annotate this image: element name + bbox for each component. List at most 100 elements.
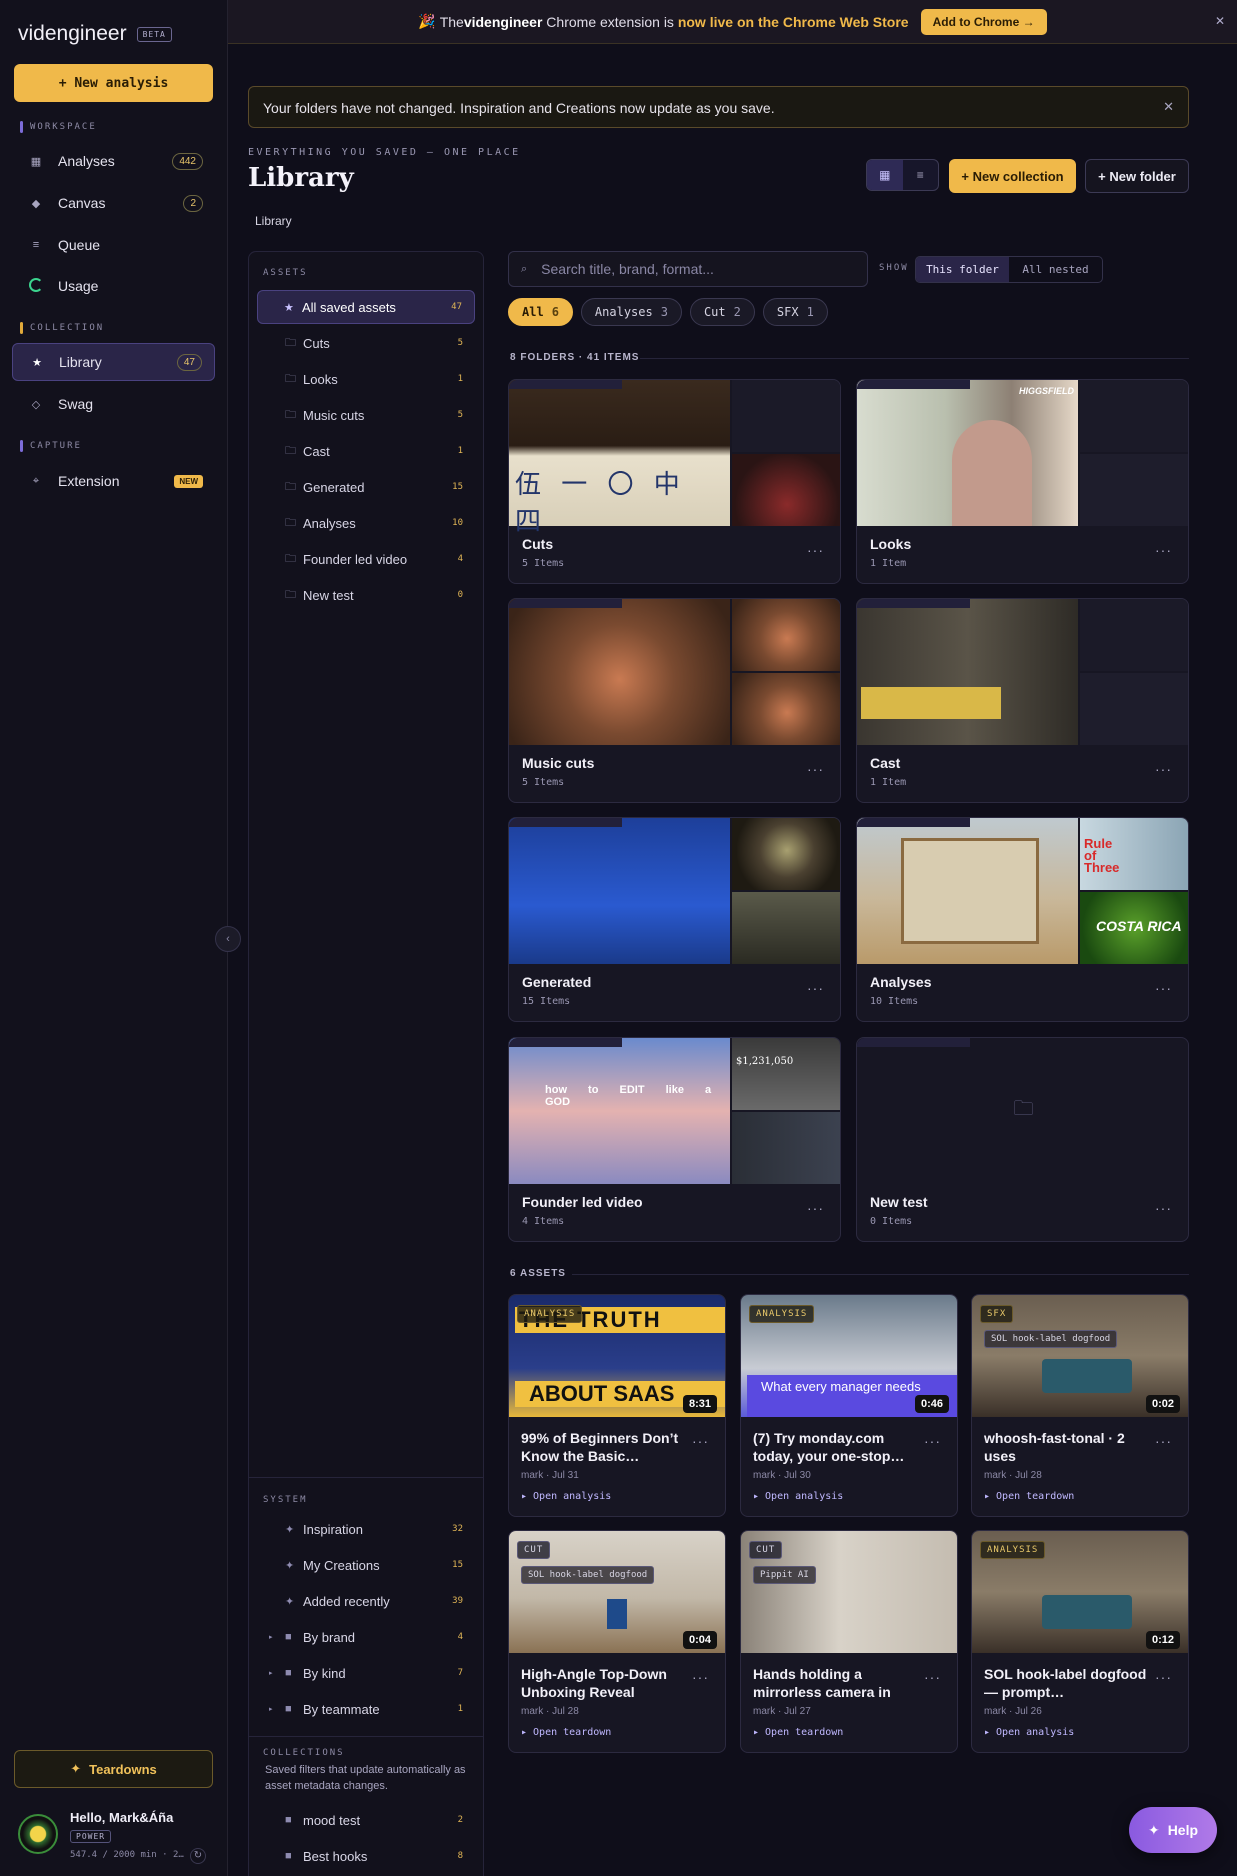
tree-item-all-saved[interactable]: ★ All saved assets 47 — [257, 290, 475, 324]
tree-item-cast[interactable]: 🗀 Cast 1 — [257, 434, 475, 468]
more-icon[interactable]: ··· — [1155, 1433, 1172, 1449]
tree-item-mood-test[interactable]: ■ mood test 2 — [257, 1803, 475, 1837]
asset-card[interactable]: ANALYSIS 8:31 99% of Beginners Don’t Kno… — [508, 1294, 726, 1517]
chip-count: 3 — [660, 305, 668, 319]
brand[interactable]: videngineer BETA — [18, 22, 172, 46]
tree-item-best-hooks[interactable]: ■ Best hooks 8 — [257, 1839, 475, 1873]
chevron-left-icon: ‹ — [226, 933, 230, 945]
tree-item-inspiration[interactable]: ✦ Inspiration 32 — [257, 1512, 475, 1546]
grid-view-icon[interactable]: ▦ — [867, 160, 903, 190]
open-teardown-link[interactable]: ▸ Open teardown — [521, 1727, 611, 1738]
tree-item-added-recently[interactable]: ✦ Added recently 39 — [257, 1584, 475, 1618]
greeting: Hello, Mark&Áña — [70, 1810, 174, 1825]
chip-all[interactable]: All 6 — [508, 298, 573, 326]
chip-cut[interactable]: Cut 2 — [689, 298, 755, 326]
more-icon[interactable]: ··· — [1155, 980, 1172, 996]
tree-item-by-teammate[interactable]: ▸ ■ By teammate 1 — [257, 1692, 475, 1726]
collapse-sidebar-button[interactable]: ‹ — [215, 926, 241, 952]
add-to-chrome-button[interactable]: Add to Chrome → — [920, 8, 1047, 35]
app-logo[interactable]: videngineer — [18, 22, 127, 46]
open-analysis-link[interactable]: ▸ Open analysis — [984, 1727, 1074, 1738]
tree-item-music-cuts[interactable]: 🗀 Music cuts 5 — [257, 398, 475, 432]
search-icon: ⌕ — [521, 262, 528, 275]
folder-card-music-cuts[interactable]: Music cuts 5 Items ··· — [508, 598, 841, 803]
sidebar-item-canvas[interactable]: ◆ Canvas 2 — [12, 184, 215, 222]
open-analysis-link[interactable]: ▸ Open analysis — [753, 1491, 843, 1502]
folder-card-new-test[interactable]: 🗀 New test 0 Items ··· — [856, 1037, 1189, 1242]
tree-item-founder-led-video[interactable]: 🗀 Founder led video 4 — [257, 542, 475, 576]
sidebar-item-extension[interactable]: ⌖ Extension NEW — [12, 462, 215, 500]
profile[interactable]: Hello, Mark&Áña POWER 547.4 / 2000 min ·… — [18, 1808, 218, 1868]
help-button[interactable]: ✦ Help — [1129, 1807, 1217, 1853]
more-icon[interactable]: ··· — [807, 761, 824, 777]
sidebar-item-queue[interactable]: ≡ Queue — [12, 226, 215, 264]
folder-card-founder-led-video[interactable]: Founder led video 4 Items ··· — [508, 1037, 841, 1242]
open-teardown-link[interactable]: ▸ Open teardown — [753, 1727, 843, 1738]
more-icon[interactable]: ··· — [1155, 1669, 1172, 1685]
tree-item-new-test[interactable]: 🗀 New test 0 — [257, 578, 475, 612]
tree-item-by-brand[interactable]: ▸ ■ By brand 4 — [257, 1620, 475, 1654]
ring-icon — [26, 277, 46, 295]
close-icon[interactable]: ✕ — [1163, 99, 1174, 115]
more-icon[interactable]: ··· — [692, 1433, 709, 1449]
folder-card-cast[interactable]: Cast 1 Item ··· — [856, 598, 1189, 803]
sidebar-item-label: Analyses — [58, 153, 115, 169]
tree-item-my-creations[interactable]: ✦ My Creations 15 — [257, 1548, 475, 1582]
tree-item-looks[interactable]: 🗀 Looks 1 — [257, 362, 475, 396]
list-view-icon[interactable]: ≡ — [903, 160, 939, 190]
caret-right-icon[interactable]: ▸ — [269, 1705, 273, 1713]
chip-analyses[interactable]: Analyses 3 — [580, 298, 682, 326]
tree-item-by-kind[interactable]: ▸ ■ By kind 7 — [257, 1656, 475, 1690]
breadcrumb[interactable]: Library — [255, 214, 292, 228]
more-icon[interactable]: ··· — [924, 1433, 941, 1449]
search-input[interactable]: ⌕ Search title, brand, format... — [508, 251, 868, 287]
more-icon[interactable]: ··· — [1155, 761, 1172, 777]
teardowns-button[interactable]: ✦ Teardowns — [14, 1750, 213, 1788]
usage-minutes: 547.4 / 2000 min · 2… — [70, 1850, 184, 1860]
folder-card-cuts[interactable]: Cuts 5 Items ··· — [508, 379, 841, 584]
folder-card-analyses[interactable]: Analyses 10 Items ··· — [856, 817, 1189, 1022]
asset-card[interactable]: ANALYSIS 0:12 SOL hook-label dogfood — p… — [971, 1530, 1189, 1753]
chip-count: 1 — [806, 305, 814, 319]
more-icon[interactable]: ··· — [924, 1669, 941, 1685]
tree-item-cuts[interactable]: 🗀 Cuts 5 — [257, 326, 475, 360]
new-collection-button[interactable]: + New collection — [949, 159, 1076, 193]
asset-card[interactable]: SFX SOL hook-label dogfood 0:02 whoosh-f… — [971, 1294, 1189, 1517]
this-folder-option[interactable]: This folder — [916, 257, 1009, 282]
folder-card-looks[interactable]: HIGGSFIELD Looks 1 Item ··· — [856, 379, 1189, 584]
all-nested-option[interactable]: All nested — [1009, 257, 1102, 282]
sidebar-item-analyses[interactable]: ▦ Analyses 442 — [12, 142, 215, 180]
new-analysis-button[interactable]: + New analysis — [14, 64, 213, 102]
tree-item-analyses[interactable]: 🗀 Analyses 10 — [257, 506, 475, 540]
open-teardown-link[interactable]: ▸ Open teardown — [984, 1491, 1074, 1502]
avatar[interactable] — [18, 1814, 58, 1854]
asset-meta: mark · Jul 27 — [753, 1706, 811, 1717]
refresh-icon[interactable]: ↻ — [190, 1848, 206, 1864]
close-icon[interactable]: ✕ — [1215, 14, 1225, 28]
more-icon[interactable]: ··· — [807, 1200, 824, 1216]
chip-sfx[interactable]: SFX 1 — [762, 298, 828, 326]
asset-card[interactable]: CUT Pippit AI Hands holding a mirrorless… — [740, 1530, 958, 1753]
sidebar-item-usage[interactable]: Usage — [12, 267, 215, 305]
asset-card[interactable]: ANALYSIS 0:46 (7) Try monday.com today, … — [740, 1294, 958, 1517]
more-icon[interactable]: ··· — [807, 980, 824, 996]
new-folder-button[interactable]: + New folder — [1085, 159, 1189, 193]
caret-right-icon[interactable]: ▸ — [269, 1633, 273, 1641]
more-icon[interactable]: ··· — [692, 1669, 709, 1685]
tree-item-generated[interactable]: 🗀 Generated 15 — [257, 470, 475, 504]
more-icon[interactable]: ··· — [1155, 542, 1172, 558]
sidebar-item-swag[interactable]: ◇ Swag — [12, 385, 215, 423]
sidebar-item-library[interactable]: ★ Library 47 — [12, 343, 215, 381]
tree-item-label: By kind — [303, 1665, 346, 1681]
tree-item-count: 32 — [452, 1524, 463, 1534]
open-analysis-link[interactable]: ▸ Open analysis — [521, 1491, 611, 1502]
duration-badge: 0:04 — [682, 1631, 717, 1649]
tree-item-count: 4 — [457, 554, 463, 564]
view-toggle: ▦ ≡ — [866, 159, 939, 191]
more-icon[interactable]: ··· — [1155, 1200, 1172, 1216]
folder-card-generated[interactable]: Generated 15 Items ··· — [508, 817, 841, 1022]
asset-meta: mark · Jul 26 — [984, 1706, 1042, 1717]
caret-right-icon[interactable]: ▸ — [269, 1669, 273, 1677]
more-icon[interactable]: ··· — [807, 542, 824, 558]
asset-card[interactable]: CUT SOL hook-label dogfood 0:04 High-Ang… — [508, 1530, 726, 1753]
